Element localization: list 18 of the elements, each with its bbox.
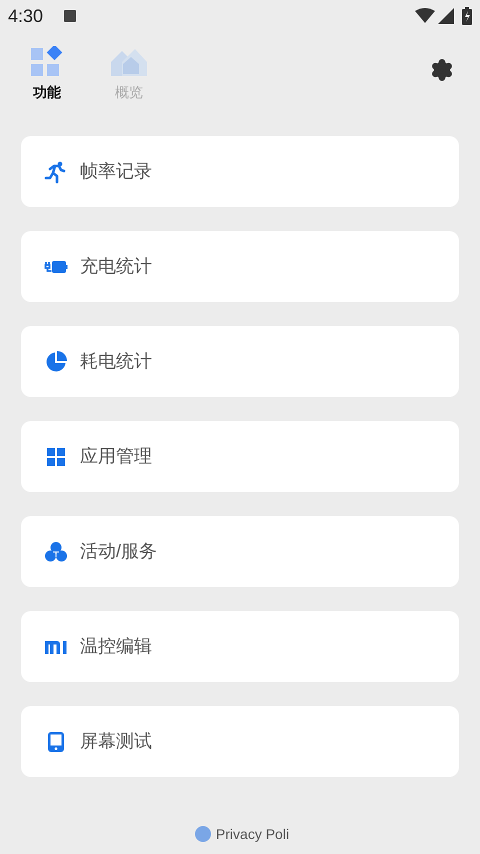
nav-tab[interactable]: 功能: [20, 46, 74, 103]
battery-icon: [462, 7, 472, 25]
status-time: 4:30: [8, 4, 44, 28]
privacy-policy-link[interactable]: Privacy Poli: [216, 824, 290, 844]
menu-card[interactable]: 耗电统计: [21, 326, 459, 397]
three-circles-icon: [44, 540, 68, 564]
running-person-icon: [44, 160, 68, 184]
pie-chart-icon: [44, 350, 68, 374]
menu-card[interactable]: 应用管理: [21, 421, 459, 492]
menu-card[interactable]: 充电统计: [21, 231, 459, 302]
menu-card[interactable]: 屏幕测试: [21, 706, 459, 777]
menu-card[interactable]: 活动/服务: [21, 516, 459, 587]
signal-icon: [438, 8, 454, 24]
tiles-icon: [30, 46, 64, 78]
menu-card[interactable]: 帧率记录: [21, 136, 459, 207]
wifi-icon: [415, 8, 435, 24]
globe-icon: [194, 826, 211, 842]
menu-card[interactable]: 温控编辑: [21, 611, 459, 682]
